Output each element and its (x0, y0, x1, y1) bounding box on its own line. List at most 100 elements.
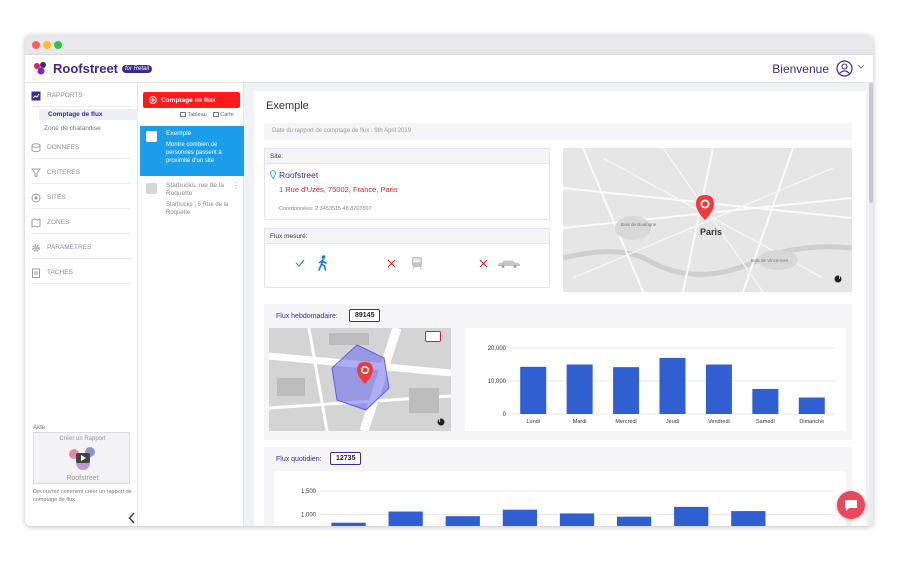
chevron-left-icon[interactable] (128, 512, 136, 524)
sidebar-item-label: PARAMETRES (47, 244, 92, 251)
site-name: Roofstreet (279, 170, 319, 180)
site-coordinates: Coordonnées: 2.3453515 48.8703597 (279, 206, 372, 212)
sidebar-item-taches[interactable]: TACHES (31, 262, 131, 284)
sidebar-subitem-zone[interactable]: Zone de chalandise (44, 125, 101, 132)
report-card[interactable]: Starbucks, rue de la Roquette Starbucks … (140, 178, 244, 222)
chat-icon (845, 500, 857, 511)
x-tick-label: Jeudi (666, 419, 679, 425)
site-address: 1 Rue d'Uzès, 75002, France, Paris (279, 185, 398, 194)
logo[interactable]: Roofstreet for Retail (33, 61, 153, 76)
app-header: Roofstreet for Retail Bienvenue (25, 55, 873, 83)
logo-icon (34, 61, 46, 74)
x-tick-label: Samedi (756, 419, 775, 425)
chart-bar[interactable] (674, 506, 709, 526)
cross-icon (387, 259, 396, 268)
map-view-icon (212, 112, 219, 118)
sidebar-item-label: ZONES (47, 219, 70, 226)
location-pin-icon (270, 170, 276, 179)
chevron-down-icon[interactable] (857, 64, 865, 70)
minimize-dot-icon[interactable] (43, 41, 51, 49)
view-map-button[interactable]: Carte (212, 112, 234, 118)
chart-bar[interactable] (659, 357, 686, 414)
maximize-dot-icon[interactable] (54, 41, 62, 49)
site-mini-map[interactable]: i (269, 328, 451, 431)
chart-bar[interactable] (520, 366, 547, 414)
daily-bar-chart: 1,000 1,500 (274, 471, 846, 526)
daily-flow-section: Flux quotidien: 12735 1,000 1,500 (264, 447, 852, 526)
chart-bar[interactable] (559, 513, 595, 526)
chart-bar[interactable] (798, 397, 825, 415)
report-list: Comptage de flux Tableau Carte Exemple M… (138, 83, 244, 526)
x-tick-label: Mercredi (615, 419, 636, 425)
report-icon (146, 183, 157, 194)
zoom-lock-icon[interactable] (425, 331, 441, 342)
flow-card: Flux mesuré: (264, 228, 550, 288)
x-tick-label: Dimanche (799, 419, 824, 425)
user-avatar-icon[interactable] (836, 60, 853, 77)
chart-bar[interactable] (731, 511, 766, 526)
report-date: Date du rapport de comptage de flux : 9t… (264, 123, 852, 140)
chart-bar[interactable] (502, 509, 538, 526)
sidebar: RAPPORTS Comptage de flux Zone de chalan… (25, 83, 138, 526)
weekly-bar-chart: 0 10,000 20,000 Lundi Mardi Mercredi Jeudi Vend… (465, 328, 846, 431)
chart-bar[interactable] (445, 516, 480, 526)
weekly-flow-section: Flux hebdomadaire: 89145 i 0 10,000 20,0… (264, 304, 852, 440)
help-description: Découvrez comment créer un rapport de co… (33, 489, 132, 503)
video-title: Créer un Rapport (59, 436, 106, 442)
report-card-title: Starbucks, rue de la Roquette (166, 182, 224, 197)
database-icon (31, 142, 41, 152)
y-tick-label: 1,500 (301, 489, 317, 495)
car-icon (498, 260, 520, 268)
report-card-selected[interactable]: Exemple Montre combien de personnes pass… (140, 126, 244, 176)
weekly-chart-svg: 0 10,000 20,000 Lundi Mardi Mercredi Jeudi Vend… (488, 346, 835, 425)
chart-bar[interactable] (566, 364, 593, 415)
report-icon (146, 131, 157, 142)
sidebar-item-sites[interactable]: SITES (31, 187, 131, 209)
help-label: Aide (33, 425, 46, 431)
city-map[interactable]: Paris Bois de Boulogne Bois de Vincennes… (563, 148, 852, 292)
info-icon[interactable]: i (439, 418, 444, 426)
close-dot-icon[interactable] (32, 41, 40, 49)
sidebar-item-label: DONNEES (47, 144, 80, 151)
scroll-thumb[interactable] (869, 83, 873, 203)
x-tick-label: Vendredi (708, 419, 730, 425)
chat-button[interactable] (837, 491, 865, 519)
chart-bar[interactable] (616, 516, 652, 526)
new-report-button[interactable]: Comptage de flux (143, 92, 240, 108)
map-place-label: Bois de Vincennes (751, 258, 789, 263)
y-tick-label: 1,000 (301, 512, 317, 518)
chart-bar[interactable] (705, 364, 732, 415)
chart-bar[interactable] (331, 522, 366, 526)
chart-bar[interactable] (388, 511, 423, 526)
x-tick-label: Mardi (573, 419, 587, 425)
chart-bar[interactable] (752, 388, 779, 414)
sidebar-item-criteres[interactable]: CRITERES (31, 162, 131, 184)
more-options-icon[interactable]: ⋮ (232, 182, 240, 190)
play-video-icon[interactable] (68, 445, 98, 473)
view-table-button[interactable]: Tableau (180, 112, 207, 118)
help-video[interactable]: Créer un Rapport Roofstreet (33, 432, 130, 484)
report-card-desc: Starbucks , 5 Rue de la Roquette (166, 202, 229, 216)
weekly-flow-value: 89145 (349, 309, 381, 322)
window-chrome (25, 35, 873, 55)
sidebar-item-donnees[interactable]: DONNEES (31, 137, 131, 159)
info-icon[interactable]: i (836, 275, 843, 283)
sidebar-subitem-comptage[interactable]: Comptage de flux (39, 109, 138, 120)
map-place-label: Bois de Boulogne (621, 222, 657, 227)
report-panel: Exemple Date du rapport de comptage de f… (254, 91, 866, 526)
welcome-text: Bienvenue (772, 62, 829, 76)
chart-bar[interactable] (613, 367, 640, 414)
new-report-label: Comptage de flux (161, 96, 216, 104)
filter-icon (31, 168, 41, 178)
sidebar-item-rapports[interactable]: RAPPORTS (31, 85, 131, 107)
scrollbar[interactable] (869, 83, 873, 526)
view-table-label: Tableau (187, 112, 207, 118)
mini-map-graphic (269, 328, 451, 431)
y-tick-label: 10,000 (488, 379, 507, 385)
sidebar-item-parametres[interactable]: PARAMETRES (31, 237, 131, 259)
chart-icon (31, 91, 41, 100)
map-city-label: Paris (700, 227, 723, 237)
sidebar-item-label: CRITERES (47, 169, 80, 176)
view-toggle: Tableau Carte (180, 112, 234, 118)
sidebar-item-zones[interactable]: ZONES (31, 212, 131, 234)
